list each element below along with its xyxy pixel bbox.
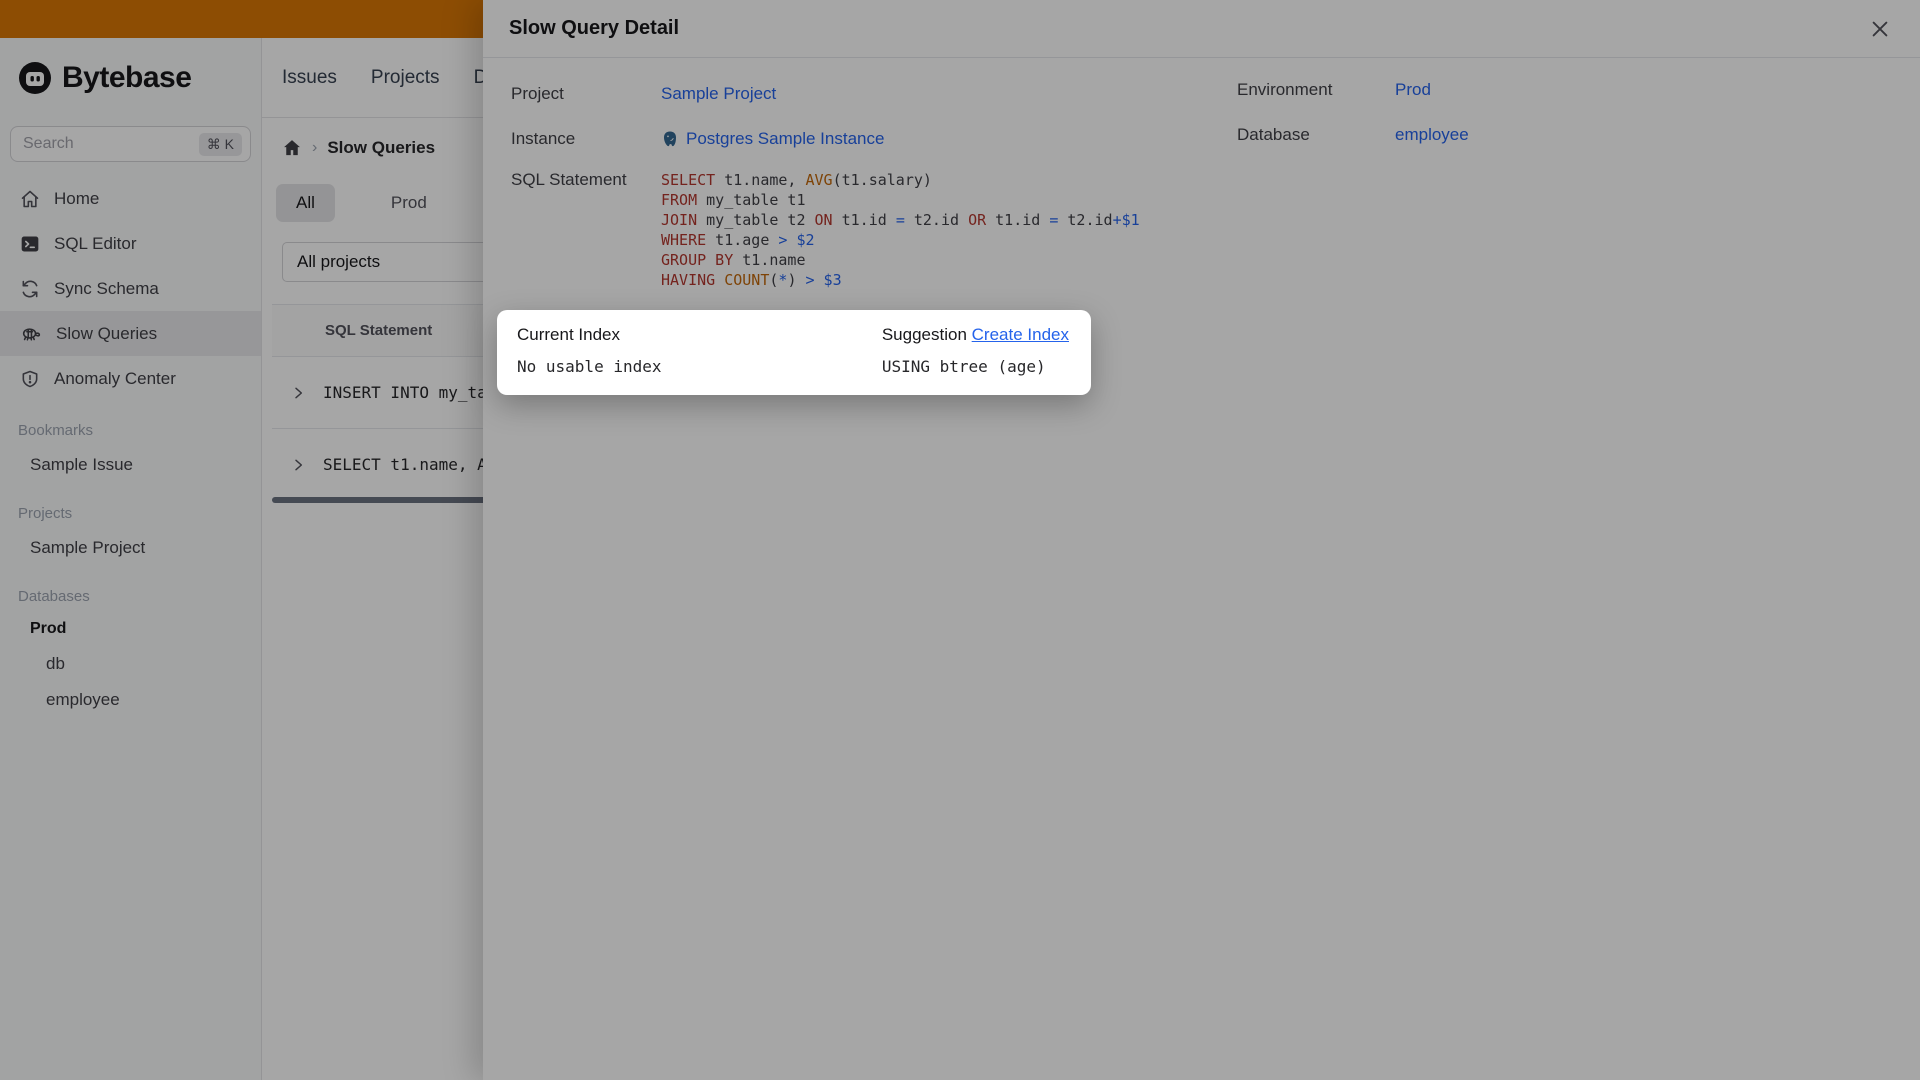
current-index-label: Current Index: [517, 325, 620, 344]
suggestion-label: Suggestion: [881, 325, 967, 344]
dim-overlay[interactable]: [0, 0, 1920, 1080]
suggestion-value: USING btree (age): [881, 357, 1046, 376]
current-index-value: No usable index: [517, 357, 662, 376]
suggestion-column: Suggestion Create Index USING btree (age…: [882, 325, 1069, 376]
suggestion-header: Suggestion Create Index: [882, 325, 1069, 345]
index-suggestion-popup: Current Index No usable index Suggestion…: [497, 310, 1091, 395]
current-index-column: Current Index No usable index: [517, 325, 662, 376]
create-index-link[interactable]: Create Index: [972, 325, 1069, 344]
